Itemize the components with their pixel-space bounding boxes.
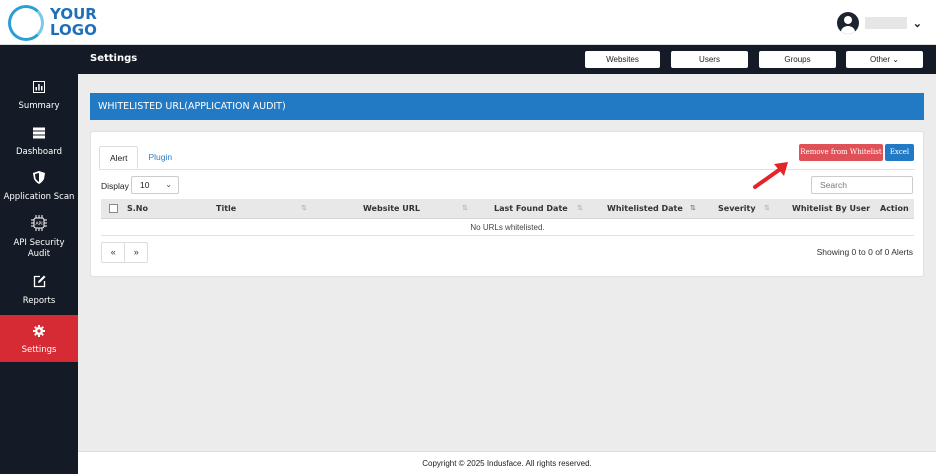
sidebar-item-dashboard[interactable]: Dashboard (0, 127, 78, 167)
excel-button[interactable]: Excel (885, 144, 914, 161)
tab-bar: Alert Plugin (99, 146, 182, 169)
logo-text: YOUR LOGO (50, 6, 97, 38)
user-name[interactable] (864, 17, 907, 29)
search-input[interactable]: Search (811, 176, 913, 194)
gear-icon (0, 325, 78, 340)
sort-icon[interactable]: ⇅ (301, 199, 307, 219)
sidebar-item-settings[interactable]: Settings (0, 315, 78, 362)
previous-page-button[interactable]: « (102, 243, 124, 262)
logo-line-2: LOGO (50, 21, 97, 39)
annotation-arrow-icon (753, 162, 788, 189)
pagination-summary: Showing 0 to 0 of 0 Alerts (816, 247, 913, 257)
svg-text:API: API (35, 221, 42, 227)
page-title: Settings (90, 53, 138, 64)
groups-button[interactable]: Groups (759, 51, 836, 68)
sort-desc-icon[interactable]: ⇅ (690, 199, 696, 219)
chevron-down-icon: ⌄ (165, 180, 172, 189)
select-all-checkbox[interactable] (109, 204, 118, 213)
display-label: Display (101, 181, 129, 191)
user-menu[interactable]: ⌄ (836, 11, 922, 35)
sidebar-item-reports[interactable]: Reports (0, 275, 78, 315)
column-severity[interactable]: Severity (718, 199, 756, 219)
empty-table-message: No URLs whitelisted. (101, 219, 914, 236)
tab-divider (99, 169, 915, 170)
pagination: « » (101, 242, 148, 263)
sidebar-item-api-security-audit[interactable]: API API Security Audit (0, 215, 78, 265)
footer: Copyright © 2025 Indusface. All rights r… (78, 451, 936, 474)
logo-line-1: YOUR (50, 5, 97, 23)
column-whitelist-by-user[interactable]: Whitelist By User (792, 199, 870, 219)
chevron-down-icon[interactable]: ⌄ (913, 17, 922, 30)
tab-plugin[interactable]: Plugin (138, 146, 182, 169)
shield-icon (0, 171, 78, 187)
other-dropdown-button[interactable]: Other ⌄ (846, 51, 923, 68)
sidebar-item-application-scan[interactable]: Application Scan (0, 171, 78, 211)
summary-chart-icon (0, 81, 78, 96)
users-button[interactable]: Users (671, 51, 748, 68)
server-stack-icon (0, 127, 78, 142)
top-bar: YOUR LOGO ⌄ (0, 0, 936, 45)
edit-icon (0, 275, 78, 291)
sidebar-item-summary[interactable]: Summary (0, 81, 78, 121)
column-title[interactable]: Title (216, 199, 236, 219)
tab-alert[interactable]: Alert (99, 146, 139, 169)
sort-icon[interactable]: ⇅ (577, 199, 583, 219)
remove-from-whitelist-button[interactable]: Remove from Whitelist (799, 144, 883, 161)
page-size-select[interactable]: 10 ⌄ (131, 176, 179, 194)
table-header: S.No Title ⇅ Website URL ⇅ Last Found Da… (101, 199, 914, 219)
page-header: Settings Websites Users Groups Other ⌄ (78, 45, 936, 74)
column-last-found-date[interactable]: Last Found Date (494, 199, 568, 219)
sidebar: Summary Dashboard Application Scan API A… (0, 45, 78, 474)
whitelist-card: Alert Plugin Remove from Whitelist Excel… (90, 131, 924, 277)
next-page-button[interactable]: » (124, 243, 147, 262)
logo[interactable]: YOUR LOGO (8, 5, 97, 41)
websites-button[interactable]: Websites (585, 51, 660, 68)
sort-icon[interactable]: ⇅ (764, 199, 770, 219)
api-chip-icon: API (0, 215, 78, 234)
sort-icon[interactable]: ⇅ (462, 199, 468, 219)
user-avatar-icon[interactable] (836, 12, 859, 34)
section-banner: WHITELISTED URL(APPLICATION AUDIT) (90, 93, 924, 120)
column-action: Action (880, 204, 909, 213)
column-sno[interactable]: S.No (127, 199, 148, 219)
column-website-url[interactable]: Website URL (363, 199, 420, 219)
chevron-down-icon: ⌄ (892, 55, 899, 64)
logo-ring-icon (8, 5, 44, 41)
column-whitelisted-date[interactable]: Whitelisted Date (607, 199, 683, 219)
